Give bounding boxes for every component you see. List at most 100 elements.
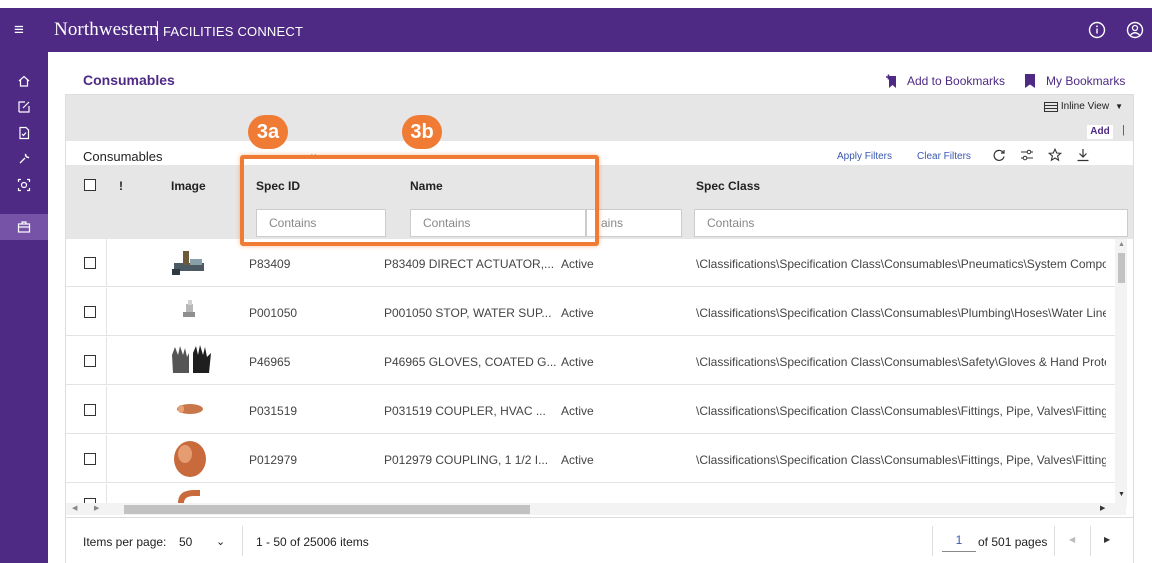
my-bookmarks-label: My Bookmarks <box>1046 74 1126 88</box>
bookmark-add-icon <box>886 74 896 88</box>
row-divider <box>106 239 107 287</box>
clear-filters-link[interactable]: Clear Filters <box>917 151 971 162</box>
name-cell: P012979 COUPLING, 1 1/2 I... <box>384 453 549 467</box>
hamburger-icon[interactable]: ≡ <box>14 21 24 38</box>
status-cell: Active <box>561 306 594 320</box>
edit-icon <box>18 101 30 113</box>
spec-class-cell: \Classifications\Specification Class\Con… <box>696 404 1106 418</box>
coupling-thumbnail <box>174 441 206 477</box>
brand-logo[interactable]: Northwestern <box>54 19 159 41</box>
add-button[interactable]: Add <box>1087 125 1113 139</box>
sidebar-item-documents[interactable] <box>0 120 48 146</box>
previous-page-icon[interactable]: ◀ <box>1069 535 1075 544</box>
info-icon[interactable] <box>1088 21 1106 39</box>
coupler-thumbnail <box>177 404 203 414</box>
vertical-scrollbar[interactable]: ▲ ▼ <box>1115 239 1127 507</box>
pager-divider <box>932 526 933 556</box>
row-checkbox[interactable] <box>84 257 96 269</box>
add-to-bookmarks-label: Add to Bookmarks <box>907 74 1006 88</box>
horizontal-scrollbar[interactable]: ◀ ▶ ▶ <box>66 503 1126 515</box>
table-row[interactable]: P012979 P012979 COUPLING, 1 1/2 I... Act… <box>66 435 1126 483</box>
sidebar-item-scan[interactable] <box>0 172 48 198</box>
sidebar-item-home[interactable] <box>0 68 48 94</box>
refresh-icon[interactable] <box>992 148 1006 162</box>
grid-filter-row: Contains Contains ains Contains <box>66 205 1133 239</box>
total-pages-text: of 501 pages <box>978 535 1048 549</box>
callout-badge-3a: 3a <box>248 115 288 149</box>
sidebar-item-inventory[interactable] <box>0 214 48 240</box>
grid-toolbar: Consumables ⌄ Apply Filters Clear Filter… <box>66 141 1133 165</box>
row-divider <box>106 337 107 385</box>
table-view-icon <box>1043 101 1058 112</box>
add-to-bookmarks-link[interactable]: Add to Bookmarks <box>885 73 1005 89</box>
inline-view-label: Inline View <box>1060 101 1110 112</box>
spec-id-cell: P012979 <box>249 453 298 467</box>
gloves-thumbnail <box>172 345 211 373</box>
filter-settings-icon[interactable] <box>1020 148 1034 162</box>
spec-class-cell: \Classifications\Specification Class\Con… <box>696 306 1106 320</box>
item-range-text: 1 - 50 of 25006 items <box>256 535 369 549</box>
sidebar-item-maintenance[interactable] <box>0 146 48 172</box>
scroll-up-icon[interactable]: ▲ <box>1118 241 1125 248</box>
table-row[interactable]: P001050 P001050 STOP, WATER SUP... Activ… <box>66 288 1126 336</box>
next-page-icon[interactable]: ▶ <box>1104 535 1110 544</box>
account-icon[interactable] <box>1126 21 1144 39</box>
download-icon[interactable] <box>1076 148 1090 162</box>
table-row[interactable]: P031519 P031519 COUPLER, HVAC ... Active… <box>66 386 1126 434</box>
row-checkbox[interactable] <box>84 355 96 367</box>
table-row[interactable] <box>66 484 1126 503</box>
vertical-scroll-thumb[interactable] <box>1118 253 1125 283</box>
scroll-down-icon[interactable]: ▼ <box>1118 491 1125 498</box>
spec-id-cell: P001050 <box>249 306 298 320</box>
sidebar-item-edit[interactable] <box>0 94 48 120</box>
scroll-right-icon[interactable]: ▶ <box>94 504 99 512</box>
status-cell: Active <box>561 355 594 369</box>
column-header-spec-class[interactable]: Spec Class <box>696 179 760 193</box>
elbow-thumbnail <box>178 490 200 503</box>
grid-panel: Inline View ▼ Add | Consumables ⌄ Apply … <box>65 94 1134 563</box>
column-header-image[interactable]: Image <box>171 179 206 193</box>
top-bar: ≡ Northwestern FACILITIES CONNECT <box>0 8 1152 52</box>
items-per-page-select[interactable]: 50 <box>179 535 192 549</box>
my-bookmarks-link[interactable]: My Bookmarks <box>1024 73 1125 89</box>
scroll-left-icon[interactable]: ◀ <box>72 504 77 512</box>
row-divider <box>106 435 107 483</box>
callout-badge-3b: 3b <box>402 115 442 149</box>
view-bar: Inline View ▼ <box>66 95 1133 119</box>
actuator-thumbnail <box>172 251 204 275</box>
select-all-checkbox[interactable] <box>84 179 96 191</box>
apply-filters-link[interactable]: Apply Filters <box>837 151 892 162</box>
status-cell: Active <box>561 404 594 418</box>
status-filter-input[interactable]: ains <box>586 209 682 237</box>
action-bar: Add | <box>66 119 1133 141</box>
scan-icon <box>17 178 31 192</box>
spec-class-filter-input[interactable]: Contains <box>694 209 1128 237</box>
table-row[interactable]: P83409 P83409 DIRECT ACTUATOR,... Active… <box>66 239 1126 287</box>
pagination-bar: Items per page: 50 ⌄ 1 - 50 of 25006 ite… <box>66 517 1133 563</box>
spec-id-cell: P031519 <box>249 404 298 418</box>
horizontal-scroll-thumb[interactable] <box>124 505 530 514</box>
table-row[interactable]: P46965 P46965 GLOVES, COATED G... Active… <box>66 337 1126 385</box>
brand-subtitle[interactable]: FACILITIES CONNECT <box>163 24 303 39</box>
row-checkbox[interactable] <box>84 404 96 416</box>
spec-id-cell: P83409 <box>249 257 291 271</box>
grid-header: ! Image Spec ID Name Spec Class <box>66 165 1133 205</box>
scroll-right-end-icon[interactable]: ▶ <box>1100 504 1105 512</box>
items-per-page-label: Items per page: <box>83 535 167 549</box>
row-divider <box>106 484 107 503</box>
pager-divider <box>1090 526 1091 556</box>
document-icon <box>19 126 30 140</box>
status-cell: Active <box>561 453 594 467</box>
spec-class-cell: \Classifications\Specification Class\Con… <box>696 453 1106 467</box>
name-cell: P46965 GLOVES, COATED G... <box>384 355 557 369</box>
inline-view-dropdown[interactable]: Inline View ▼ <box>1043 101 1123 112</box>
chevron-down-icon[interactable]: ⌄ <box>216 535 225 548</box>
stop-valve-thumbnail <box>183 300 195 317</box>
star-icon[interactable] <box>1048 148 1062 162</box>
column-header-flag[interactable]: ! <box>119 179 123 193</box>
row-checkbox[interactable] <box>84 453 96 465</box>
row-checkbox[interactable] <box>84 306 96 318</box>
spec-id-cell: P46965 <box>249 355 291 369</box>
page-title: Consumables <box>83 72 175 88</box>
page-number-input[interactable]: 1 <box>942 528 976 552</box>
